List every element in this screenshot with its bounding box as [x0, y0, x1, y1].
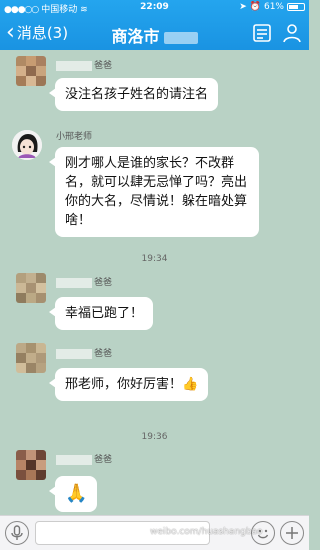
message-bubble[interactable]: 邢老师，你好厉害！👍	[48, 368, 209, 401]
battery-label: 61%	[263, 2, 284, 12]
avatar[interactable]	[16, 343, 46, 373]
nav-bar: ‹ 消息(3) 商洛市	[0, 16, 309, 50]
status-right: ➤ ⏰ 61%	[239, 2, 305, 12]
sender-name: 小邢老师	[56, 132, 93, 142]
message-bubble[interactable]: 幸福已跑了！	[48, 297, 154, 330]
chat-area[interactable]: 爸爸 没注名孩子姓名的请注名 小邢老师 刚才哪人是谁的家长？不改群名，就可以肆无…	[0, 50, 309, 515]
avatar[interactable]	[12, 130, 42, 160]
message-bubble[interactable]: 🙏	[48, 476, 98, 512]
sender-name: 爸爸	[56, 346, 112, 359]
alarm-icon: ⏰	[249, 2, 261, 12]
sender-label: 爸爸	[94, 278, 113, 288]
location-icon: ➤	[239, 2, 247, 12]
sender-label: 爸爸	[94, 61, 113, 71]
sender-blur	[56, 60, 92, 71]
avatar[interactable]	[16, 450, 46, 480]
teacher-avatar-image	[12, 130, 42, 160]
sender-name: 爸爸	[56, 58, 112, 71]
timestamp: 19:34	[141, 254, 168, 264]
sender-label: 爸爸	[94, 349, 113, 359]
sender-blur	[56, 277, 92, 288]
sender-name: 爸爸	[56, 275, 112, 288]
sender-name: 爸爸	[56, 452, 112, 465]
watermark: weibo.com/huashangbao	[150, 527, 263, 537]
timestamp: 19:36	[141, 432, 168, 442]
sender-blur	[56, 348, 92, 359]
avatar[interactable]	[16, 56, 46, 86]
top-bar: ●●●○○ 中国移动 ≋ 22:09 ➤ ⏰ 61% ‹ 消息(3) 商洛市	[0, 0, 309, 50]
group-notice-icon[interactable]	[251, 22, 273, 44]
message-bubble[interactable]: 没注名孩子姓名的请注名	[48, 78, 219, 111]
avatar[interactable]	[16, 273, 46, 303]
sender-label: 爸爸	[94, 455, 113, 465]
plus-icon	[286, 527, 298, 539]
microphone-button[interactable]	[5, 521, 29, 545]
title-blur	[163, 31, 198, 44]
sender-blur	[56, 454, 92, 465]
microphone-icon	[11, 525, 23, 540]
message-bubble[interactable]: 刚才哪人是谁的家长？不改群名，就可以肆无忌惮了吗？亮出你的大名，尽情说！躲在暗处…	[49, 147, 259, 237]
chat-title-text: 商洛市	[111, 27, 160, 46]
battery-icon	[287, 3, 305, 11]
group-members-icon[interactable]	[281, 22, 303, 44]
status-bar: ●●●○○ 中国移动 ≋ 22:09 ➤ ⏰ 61%	[0, 0, 309, 16]
more-button[interactable]	[280, 521, 304, 545]
